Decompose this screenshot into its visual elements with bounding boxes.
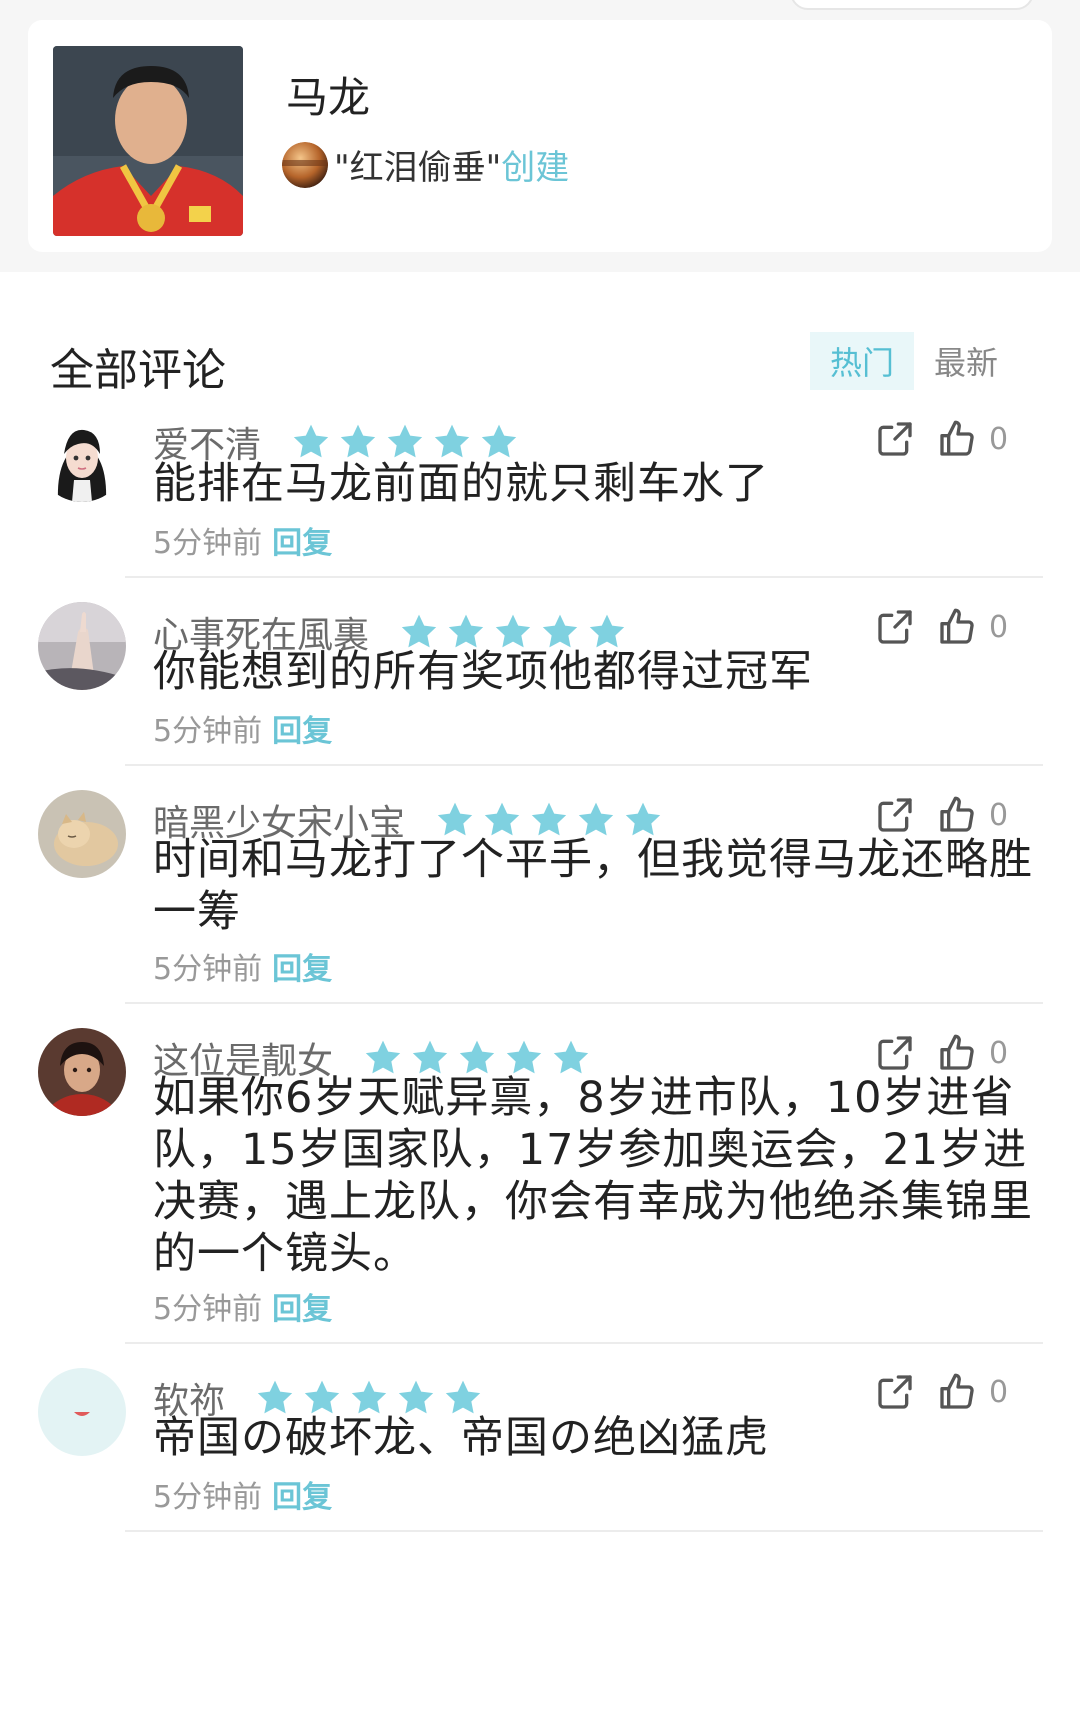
comment-actions: 0 <box>875 795 1008 835</box>
thumbs-up-icon[interactable] <box>937 795 977 835</box>
share-icon[interactable] <box>875 795 915 835</box>
comment-meta: 5分钟前 回复 <box>153 944 332 988</box>
tab-latest[interactable]: 最新 <box>914 332 1018 390</box>
like-count: 0 <box>989 797 1009 833</box>
like-count: 0 <box>989 1374 1009 1410</box>
share-icon[interactable] <box>875 1372 915 1412</box>
page: 马龙 "红泪偷垂" 创建 全部评论 热门 最新 爱不清 0 能排在马龙前面的就只… <box>0 0 1080 1722</box>
reply-button[interactable]: 回复 <box>272 1472 332 1516</box>
tab-hot[interactable]: 热门 <box>810 332 915 390</box>
topic-photo[interactable] <box>53 46 243 236</box>
star-icon <box>479 422 519 462</box>
comment-text: 能排在马龙前面的就只剩车水了 <box>153 459 769 509</box>
avatar[interactable] <box>38 414 126 502</box>
comment-actions: 0 <box>875 419 1008 459</box>
comment-time: 5分钟前 <box>153 1292 263 1327</box>
comment-text: 你能想到的所有奖项他都得过冠军 <box>153 647 813 697</box>
avatar[interactable] <box>38 1028 126 1116</box>
comment-text: 帝国の破坏龙、帝国の绝凶猛虎 <box>153 1413 769 1463</box>
comment-actions: 0 <box>875 1372 1008 1412</box>
avatar[interactable] <box>38 602 126 690</box>
thumbs-up-icon[interactable] <box>937 1372 977 1412</box>
share-icon[interactable] <box>875 419 915 459</box>
comment-text: 时间和马龙打了个平手，但我觉得马龙还略胜一筹 <box>153 835 1033 937</box>
divider <box>125 1342 1043 1344</box>
share-icon[interactable] <box>875 607 915 647</box>
like-count: 0 <box>989 421 1009 457</box>
comment-time: 5分钟前 <box>153 952 263 987</box>
topic-title: 马龙 <box>286 73 371 122</box>
avatar[interactable] <box>38 1368 126 1456</box>
avatar[interactable] <box>38 790 126 878</box>
reply-button[interactable]: 回复 <box>272 1284 332 1328</box>
divider <box>125 1530 1043 1532</box>
comment-meta: 5分钟前 回复 <box>153 706 332 750</box>
divider <box>125 764 1043 766</box>
like-count: 0 <box>989 609 1009 645</box>
comments-card: 全部评论 热门 最新 爱不清 0 能排在马龙前面的就只剩车水了 5分钟前 回复 … <box>0 272 1080 1722</box>
star-icon <box>385 422 425 462</box>
thumbs-up-icon[interactable] <box>937 1033 977 1073</box>
comment-time: 5分钟前 <box>153 526 263 561</box>
creator-avatar[interactable] <box>282 141 328 188</box>
divider <box>125 576 1043 578</box>
star-icon <box>338 422 378 462</box>
reply-button[interactable]: 回复 <box>272 944 332 988</box>
thumbs-up-icon[interactable] <box>937 419 977 459</box>
reply-button[interactable]: 回复 <box>272 706 332 750</box>
reply-button[interactable]: 回复 <box>272 518 332 562</box>
comment-time: 5分钟前 <box>153 1480 263 1515</box>
comment-actions: 0 <box>875 1033 1008 1073</box>
star-icon <box>432 422 472 462</box>
star-icon <box>291 422 331 462</box>
comment-meta: 5分钟前 回复 <box>153 1284 332 1328</box>
creator-name[interactable]: "红泪偷垂" <box>334 140 501 189</box>
comment-actions: 0 <box>875 607 1008 647</box>
created-label: 创建 <box>501 148 570 188</box>
share-icon[interactable] <box>875 1033 915 1073</box>
comment-meta: 5分钟前 回复 <box>153 518 332 562</box>
sort-tabs: 热门 最新 <box>810 332 1018 390</box>
top-search-pill[interactable] <box>790 0 1034 10</box>
comments-section-title: 全部评论 <box>50 345 226 396</box>
comment-text: 如果你6岁天赋异禀，8岁进市队，10岁进省队，15岁国家队，17岁参加奥运会，2… <box>153 1073 1033 1279</box>
thumbs-up-icon[interactable] <box>937 607 977 647</box>
comment-meta: 5分钟前 回复 <box>153 1472 332 1516</box>
comment-time: 5分钟前 <box>153 714 263 749</box>
rating-stars <box>291 422 526 462</box>
creator-line: "红泪偷垂" 创建 <box>282 140 569 189</box>
divider <box>125 1002 1043 1004</box>
like-count: 0 <box>989 1035 1009 1071</box>
